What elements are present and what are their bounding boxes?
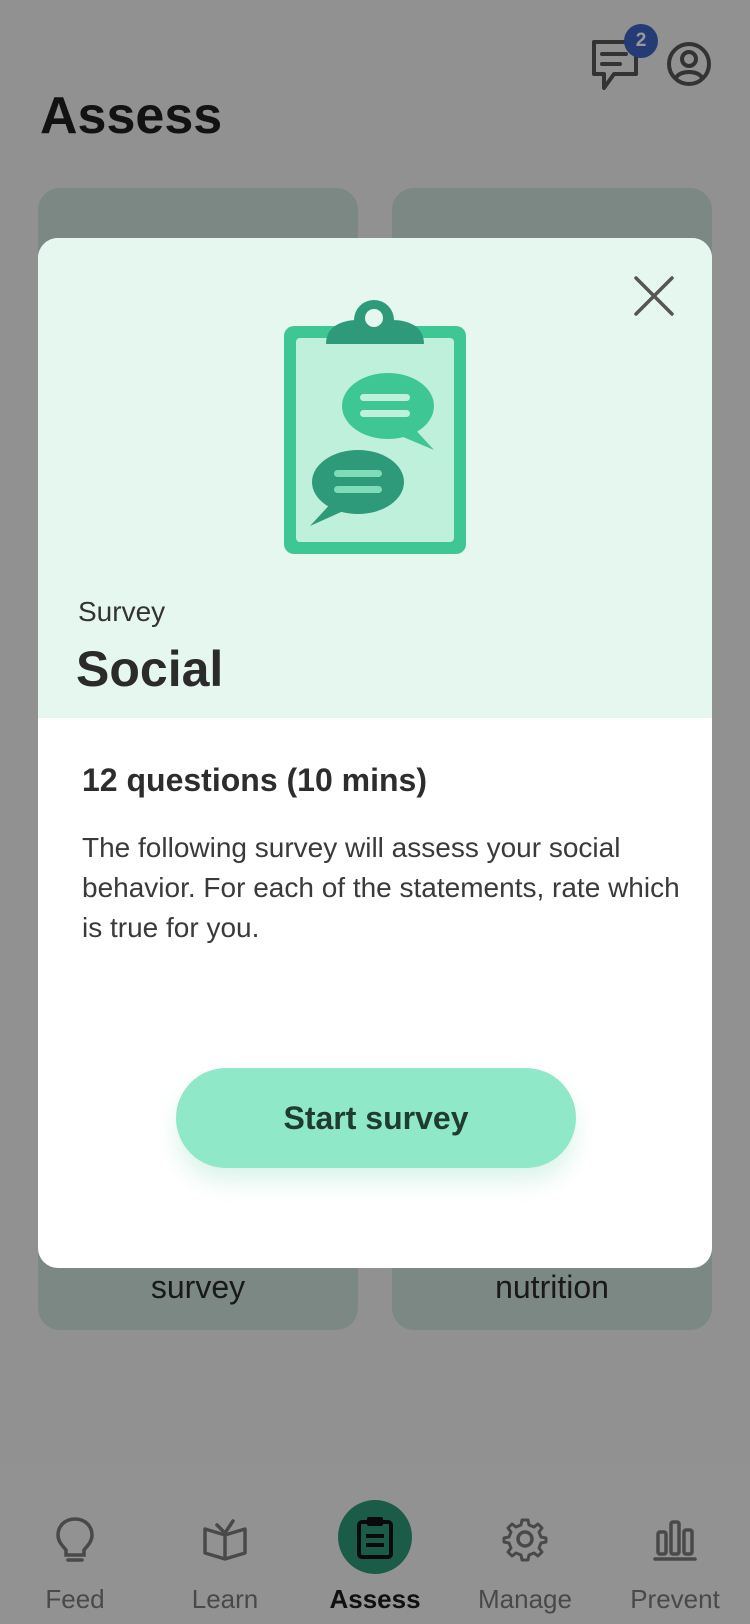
modal-header: Survey Social: [38, 238, 712, 718]
modal-title: Social: [76, 641, 224, 697]
close-icon[interactable]: [630, 272, 678, 320]
modal-kicker: Survey: [78, 596, 166, 627]
survey-modal: Survey Social 12 questions (10 mins) The…: [38, 238, 712, 1268]
survey-description: The following survey will assess your so…: [82, 832, 680, 943]
clipboard-chat-illustration: [284, 300, 466, 554]
start-survey-button[interactable]: Start survey: [176, 1068, 576, 1168]
survey-meta: 12 questions (10 mins): [82, 762, 427, 798]
